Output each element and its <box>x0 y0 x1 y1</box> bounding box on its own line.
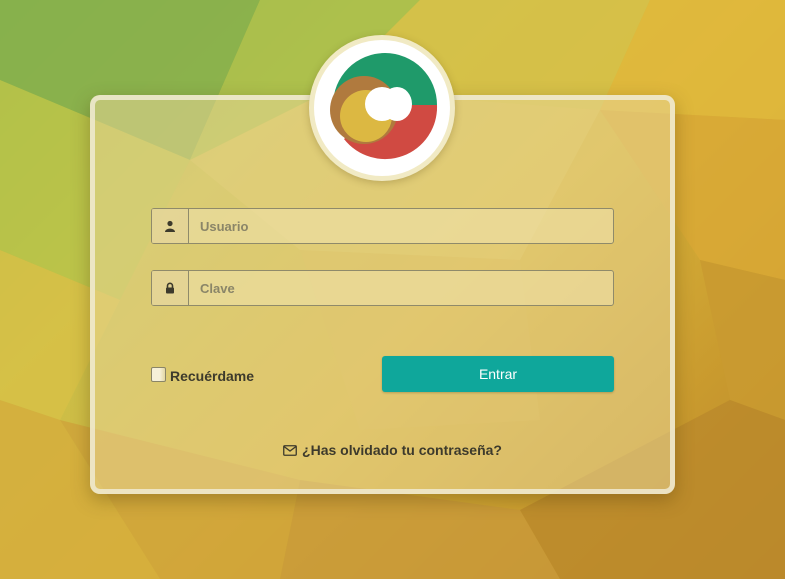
password-input[interactable] <box>189 271 613 305</box>
logo-icon <box>330 53 438 160</box>
remember-checkbox[interactable] <box>151 366 166 382</box>
forgot-password-link[interactable]: ¿Has olvidado tu contraseña? <box>283 442 502 458</box>
envelope-icon <box>283 444 297 456</box>
username-field <box>151 208 614 244</box>
password-field <box>151 270 614 306</box>
submit-button[interactable]: Entrar <box>382 356 614 392</box>
logo <box>309 35 455 181</box>
username-input[interactable] <box>189 209 613 243</box>
forgot-password-label: ¿Has olvidado tu contraseña? <box>302 442 502 458</box>
remember-me[interactable]: Recuérdame <box>151 364 254 384</box>
lock-icon <box>152 271 189 305</box>
user-icon <box>152 209 189 243</box>
remember-label: Recuérdame <box>170 367 255 384</box>
forgot-password: ¿Has olvidado tu contraseña? <box>0 442 785 461</box>
